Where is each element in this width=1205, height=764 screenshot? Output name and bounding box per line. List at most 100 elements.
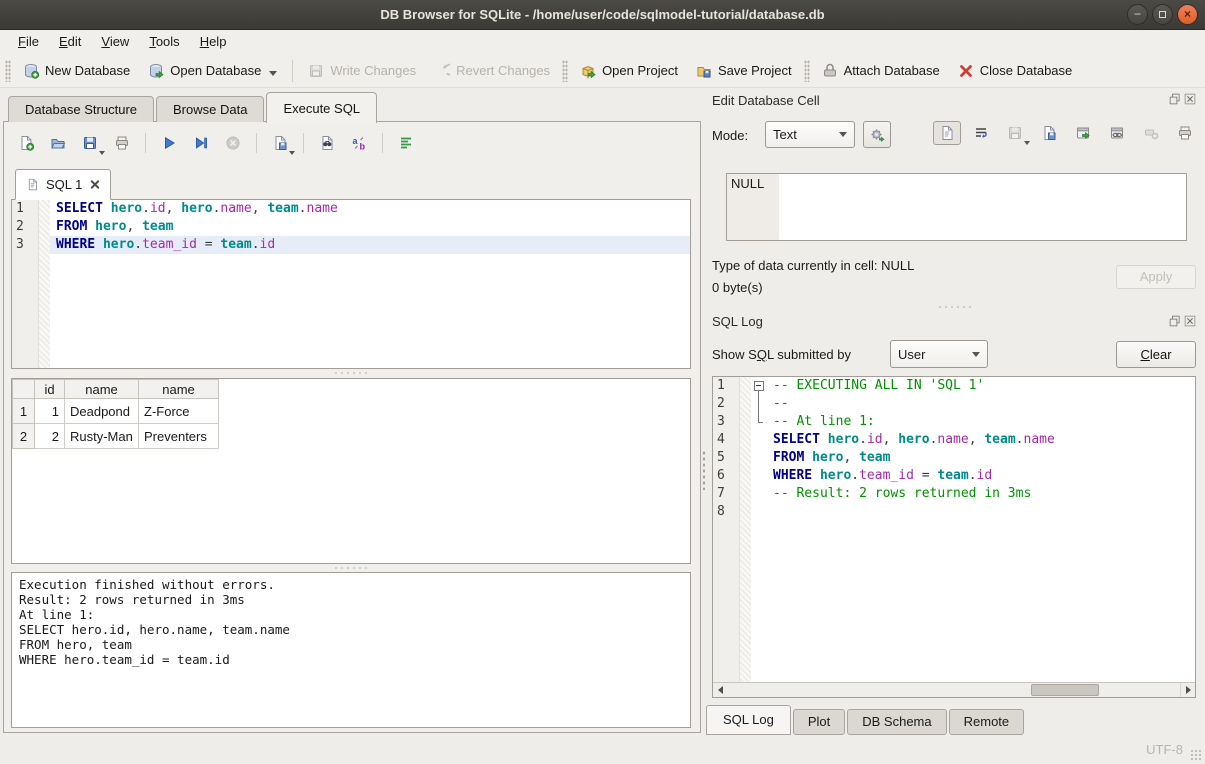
tab-database-structure[interactable]: Database Structure bbox=[8, 96, 154, 122]
code-line: 8 bbox=[713, 503, 1195, 521]
chevron-down-icon[interactable] bbox=[289, 151, 295, 155]
menu-file[interactable]: File bbox=[8, 30, 49, 54]
open-sql-file-button[interactable] bbox=[44, 131, 72, 155]
line-number: 2 bbox=[12, 218, 38, 236]
cell-print-button[interactable] bbox=[1171, 121, 1199, 145]
scrollbar-thumb[interactable] bbox=[1031, 684, 1098, 696]
chevron-down-icon[interactable] bbox=[269, 71, 277, 76]
line-number: 4 bbox=[713, 431, 739, 449]
column-header[interactable]: name bbox=[139, 380, 219, 399]
sql-log-view[interactable]: 1-- EXECUTING ALL IN 'SQL 1'2--3-- At li… bbox=[712, 376, 1196, 698]
attach-database-button[interactable]: Attach Database bbox=[813, 58, 949, 84]
execute-sql-page: ab SQL 1 1SELECT hero.id, hero.name, tea… bbox=[3, 121, 701, 733]
dock-tab-remote[interactable]: Remote bbox=[949, 709, 1025, 735]
cell-wrap-button[interactable] bbox=[967, 121, 995, 145]
export-results-button[interactable] bbox=[266, 131, 294, 155]
format-sql-button[interactable] bbox=[392, 131, 420, 155]
table-cell[interactable]: 1 bbox=[35, 399, 65, 424]
row-header[interactable]: 1 bbox=[13, 399, 35, 424]
new-sql-tab-button[interactable] bbox=[12, 131, 40, 155]
line-number: 3 bbox=[12, 236, 38, 254]
cell-link-button[interactable] bbox=[1103, 121, 1131, 145]
save-sql-file-icon bbox=[82, 135, 98, 151]
cell-saveas-button[interactable] bbox=[1035, 121, 1063, 145]
corner-header[interactable] bbox=[13, 380, 35, 399]
clear-log-button[interactable]: Clear bbox=[1116, 341, 1196, 368]
horizontal-scrollbar[interactable] bbox=[713, 682, 1195, 697]
cell-import-button bbox=[1001, 121, 1029, 145]
float-panel-icon[interactable] bbox=[1169, 315, 1181, 327]
sql-tab[interactable]: SQL 1 bbox=[15, 169, 111, 200]
close-panel-icon[interactable] bbox=[1184, 93, 1196, 105]
open-project-button[interactable]: Open Project bbox=[571, 58, 687, 84]
float-panel-icon[interactable] bbox=[1169, 93, 1181, 105]
sql-editor[interactable]: 1SELECT hero.id, hero.name, team.name2FR… bbox=[11, 199, 691, 369]
cell-document-button[interactable] bbox=[933, 121, 961, 145]
results-table: idnamename11DeadpondZ-Force22Rusty-ManPr… bbox=[12, 379, 219, 449]
toolbar-separator bbox=[145, 133, 146, 153]
scroll-right-icon[interactable] bbox=[1180, 683, 1195, 697]
maximize-icon[interactable] bbox=[1152, 4, 1173, 25]
resize-grip[interactable] bbox=[1190, 749, 1202, 761]
mode-select[interactable]: Text bbox=[765, 121, 855, 148]
execute-line-button[interactable] bbox=[187, 131, 215, 155]
title-bar[interactable]: DB Browser for SQLite - /home/user/code/… bbox=[0, 0, 1205, 30]
cell-export-button[interactable] bbox=[1069, 121, 1097, 145]
close-icon[interactable]: × bbox=[1177, 4, 1198, 25]
auto-switch-mode-button[interactable] bbox=[863, 121, 891, 148]
sql-filter-select[interactable]: User bbox=[890, 340, 988, 368]
close-database-button[interactable]: Close Database bbox=[949, 58, 1082, 84]
chevron-down-icon[interactable] bbox=[99, 151, 105, 155]
replace-text-button[interactable]: ab bbox=[345, 131, 373, 155]
table-cell[interactable]: Deadpond bbox=[65, 399, 139, 424]
table-cell[interactable]: Z-Force bbox=[139, 399, 219, 424]
cell-editor[interactable]: NULL bbox=[726, 173, 1187, 241]
splitter-handle[interactable] bbox=[11, 369, 691, 377]
dock-tab-bar: SQL LogPlotDB SchemaRemote bbox=[706, 705, 1024, 735]
encoding-status: UTF-8 bbox=[1146, 742, 1183, 757]
tab-browse-data[interactable]: Browse Data bbox=[156, 96, 264, 122]
open-database-button[interactable]: Open Database bbox=[139, 58, 286, 84]
execute-all-icon bbox=[161, 135, 177, 151]
close-tab-icon[interactable] bbox=[89, 179, 100, 190]
tab-execute-sql[interactable]: Execute SQL bbox=[266, 92, 377, 123]
chevron-down-icon[interactable] bbox=[1024, 141, 1030, 145]
menu-tools[interactable]: Tools bbox=[139, 30, 189, 54]
dock-splitter-handle[interactable] bbox=[937, 306, 973, 308]
cell-wrap-icon bbox=[973, 125, 989, 141]
dock-tab-plot[interactable]: Plot bbox=[793, 709, 845, 735]
column-header[interactable]: name bbox=[65, 380, 139, 399]
sql-log-title: SQL Log bbox=[712, 314, 763, 329]
row-header[interactable]: 2 bbox=[13, 424, 35, 449]
dock-tab-db-schema[interactable]: DB Schema bbox=[847, 709, 946, 735]
toolbar-grip[interactable] bbox=[5, 60, 11, 82]
dock-tab-sql-log[interactable]: SQL Log bbox=[706, 705, 791, 735]
table-cell[interactable]: Preventers bbox=[139, 424, 219, 449]
save-sql-file-button[interactable] bbox=[76, 131, 104, 155]
toolbar-grip[interactable] bbox=[562, 60, 568, 82]
table-cell[interactable]: 2 bbox=[35, 424, 65, 449]
menu-help[interactable]: Help bbox=[190, 30, 237, 54]
line-number: 2 bbox=[713, 395, 739, 413]
line-number: 7 bbox=[713, 485, 739, 503]
splitter-handle[interactable] bbox=[11, 564, 691, 572]
cell-size-info: 0 byte(s) bbox=[712, 280, 763, 295]
close-panel-icon[interactable] bbox=[1184, 315, 1196, 327]
cell-link-icon bbox=[1109, 125, 1125, 141]
find-in-doc-button[interactable] bbox=[313, 131, 341, 155]
dock-splitter[interactable] bbox=[702, 450, 706, 490]
execute-all-button[interactable] bbox=[155, 131, 183, 155]
window-controls: − × bbox=[1127, 4, 1198, 25]
scroll-left-icon[interactable] bbox=[713, 683, 728, 697]
menu-view[interactable]: View bbox=[91, 30, 139, 54]
fold-marker-icon[interactable] bbox=[751, 377, 767, 395]
save-project-button[interactable]: Save Project bbox=[687, 58, 801, 84]
column-header[interactable]: id bbox=[35, 380, 65, 399]
menu-edit[interactable]: Edit bbox=[49, 30, 91, 54]
table-cell[interactable]: Rusty-Man bbox=[65, 424, 139, 449]
minimize-icon[interactable]: − bbox=[1127, 4, 1148, 25]
print-button[interactable] bbox=[108, 131, 136, 155]
revert-changes-icon bbox=[434, 63, 450, 79]
new-database-button[interactable]: New Database bbox=[14, 58, 139, 84]
toolbar-grip[interactable] bbox=[804, 60, 810, 82]
